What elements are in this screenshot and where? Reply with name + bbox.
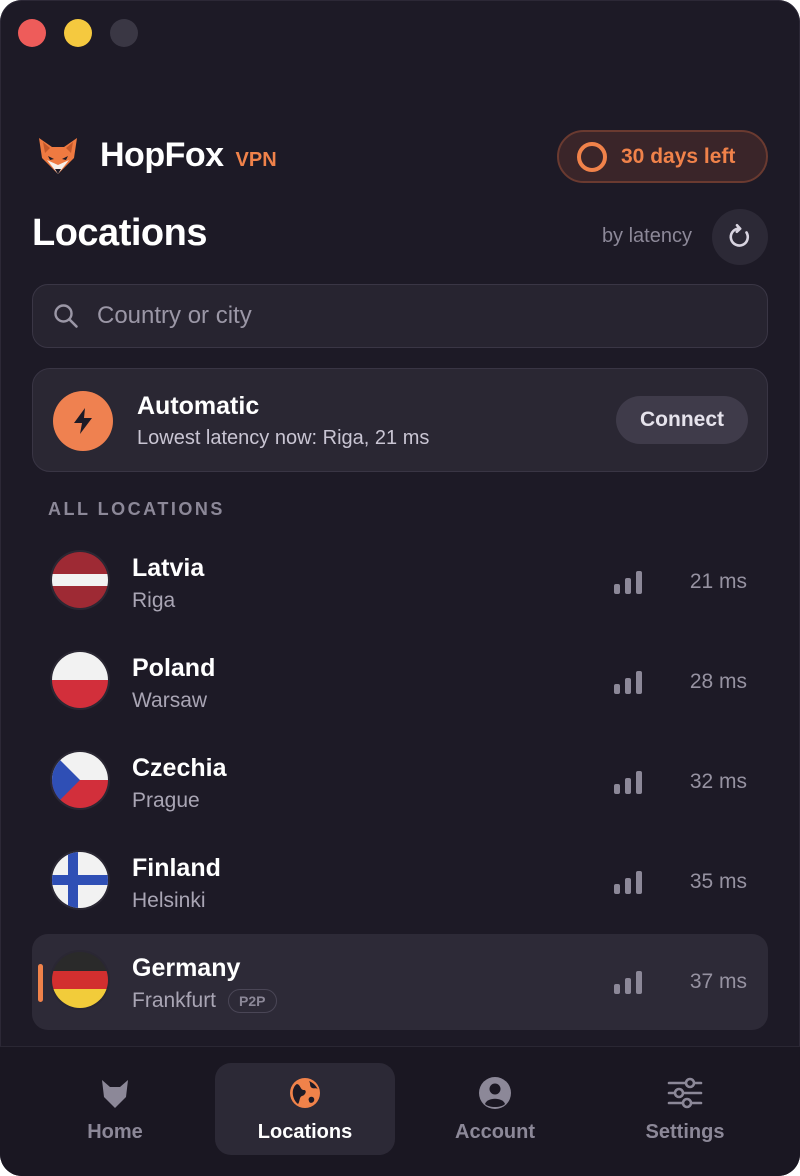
city-name: Helsinki xyxy=(132,889,206,913)
refresh-button[interactable] xyxy=(712,209,768,265)
city-label: Frankfurt xyxy=(132,989,217,1012)
ring-icon xyxy=(577,141,607,172)
latency-value: 35 ms xyxy=(689,870,747,893)
location-row-czechia[interactable]: Czechia Prague 32 ms xyxy=(32,734,768,830)
globe-icon xyxy=(290,1078,320,1108)
selected-indicator xyxy=(38,964,43,1002)
automatic-title: Automatic xyxy=(137,392,260,420)
section-label: ALL LOCATIONS xyxy=(48,499,225,519)
nav-settings[interactable]: Settings xyxy=(595,1063,775,1155)
automatic-subtitle: Lowest latency now: Riga, 21 ms xyxy=(137,427,430,449)
nav-label: Settings xyxy=(645,1121,725,1143)
signal-strength-icon xyxy=(614,671,642,694)
finland-flag-icon xyxy=(52,852,108,908)
signal-strength-icon xyxy=(614,571,642,594)
window-zoom-button[interactable] xyxy=(110,19,138,47)
sort-label[interactable]: by latency xyxy=(560,225,692,248)
city-name: Riga xyxy=(132,589,175,613)
sliders-icon xyxy=(667,1077,703,1109)
signal-strength-icon xyxy=(614,771,642,794)
poland-flag-icon xyxy=(52,652,108,708)
nav-account[interactable]: Account xyxy=(405,1063,585,1155)
window-minimize-button[interactable] xyxy=(64,19,92,47)
signal-strength-icon xyxy=(614,871,642,894)
nav-label: Home xyxy=(87,1121,143,1143)
fox-logo-icon xyxy=(39,138,77,174)
latency-value: 28 ms xyxy=(689,670,747,693)
city-name: Warsaw xyxy=(132,689,207,713)
subscription-days-text: 30 days left xyxy=(621,144,736,168)
nav-label: Locations xyxy=(257,1121,353,1143)
city-label: Helsinki xyxy=(132,889,206,912)
latency-value: 21 ms xyxy=(689,570,747,593)
country-name: Latvia xyxy=(132,554,205,582)
nav-locations[interactable]: Locations xyxy=(215,1063,395,1155)
connect-button[interactable]: Connect xyxy=(616,396,748,444)
search-box xyxy=(32,284,768,348)
subscription-badge[interactable]: 30 days left xyxy=(557,130,768,183)
location-row-finland[interactable]: Finland Helsinki 35 ms xyxy=(32,834,768,930)
location-row-germany[interactable]: Germany Frankfurt P2P 37 ms xyxy=(32,934,768,1030)
city-name: Frankfurt P2P xyxy=(132,989,277,1013)
p2p-badge: P2P xyxy=(228,989,277,1013)
user-icon xyxy=(479,1077,511,1109)
location-row-poland[interactable]: Poland Warsaw 28 ms xyxy=(32,634,768,730)
refresh-icon xyxy=(729,223,750,247)
fox-icon xyxy=(102,1080,128,1108)
city-label: Warsaw xyxy=(132,689,208,712)
bolt-icon xyxy=(74,408,92,434)
city-name: Prague xyxy=(132,789,200,813)
latency-value: 32 ms xyxy=(689,770,747,793)
bottom-nav: Home Locations Account Settings xyxy=(0,1046,800,1176)
czechia-flag-icon xyxy=(52,752,108,808)
city-label: Prague xyxy=(132,789,200,812)
nav-label: Account xyxy=(455,1121,535,1143)
brand: HopFox VPN xyxy=(100,136,277,176)
brand-tag: VPN xyxy=(235,149,277,171)
signal-strength-icon xyxy=(614,971,642,994)
search-input[interactable] xyxy=(97,302,697,330)
automatic-icon-circle xyxy=(53,391,113,451)
brand-name: HopFox xyxy=(100,136,224,174)
nav-home[interactable]: Home xyxy=(25,1063,205,1155)
country-name: Finland xyxy=(132,854,221,882)
latvia-flag-icon xyxy=(52,552,108,608)
latency-value: 37 ms xyxy=(689,970,747,993)
automatic-card[interactable]: Automatic Lowest latency now: Riga, 21 m… xyxy=(32,368,768,472)
country-name: Poland xyxy=(132,654,216,682)
app-window: HopFox VPN 30 days left Locations by lat… xyxy=(0,0,800,1176)
page-title: Locations xyxy=(32,212,207,254)
location-row-latvia[interactable]: Latvia Riga 21 ms xyxy=(32,534,768,630)
germany-flag-icon xyxy=(52,952,108,1008)
window-close-button[interactable] xyxy=(18,19,46,47)
country-name: Czechia xyxy=(132,754,227,782)
country-name: Germany xyxy=(132,954,241,982)
city-label: Riga xyxy=(132,589,176,612)
search-icon xyxy=(54,304,78,328)
